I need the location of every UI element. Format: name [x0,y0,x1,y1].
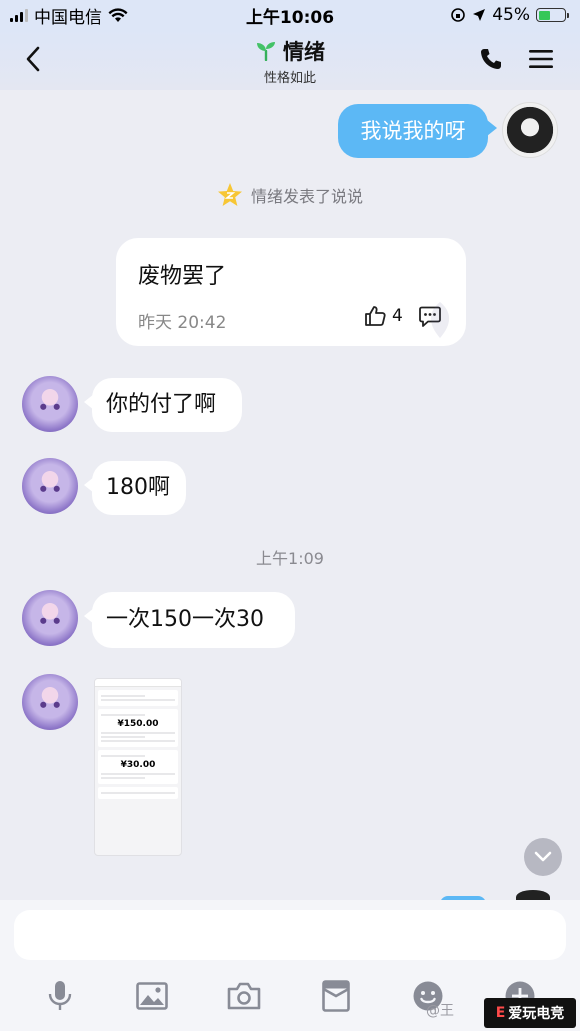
site-logo-text: 爱玩电竞 [508,1006,565,1022]
thumb-payment-card: ¥30.00 [98,750,178,784]
weibo-watermark-text: @王 [426,1003,454,1019]
thumb-amount-1: ¥150.00 [117,719,159,729]
leaf-watermark-icon [430,302,450,338]
received-message-text: 你的付了啊 [106,392,217,417]
status-right: 45% [450,5,569,25]
menu-icon [529,50,553,68]
orientation-lock-icon [451,8,466,22]
nav-bar: 情绪 性格如此 [0,30,580,90]
post-text: 废物罢了 [138,264,227,289]
self-avatar[interactable] [502,102,558,158]
location-icon [473,9,486,21]
red-packet-button[interactable] [318,978,354,1014]
received-message-bubble[interactable]: 你的付了啊 [84,378,242,432]
message-input[interactable] [14,910,566,960]
battery-icon [536,8,569,22]
voice-button[interactable] [42,978,78,1014]
post-card[interactable]: 废物罢了 昨天 20:42 4 [116,238,466,346]
status-left: 中国电信 [10,3,128,28]
wifi-icon [108,7,128,22]
received-message-bubble[interactable]: 180啊 [84,461,186,515]
received-message-bubble[interactable]: 一次150一次30 [84,592,295,648]
contact-avatar[interactable] [22,376,78,432]
received-message-text: 一次150一次30 [106,607,264,632]
contact-avatar[interactable] [22,590,78,646]
red-packet-icon [322,980,350,1012]
image-icon [136,982,168,1010]
call-button[interactable] [476,44,506,74]
thumb-amount-2: ¥30.00 [120,760,156,770]
thumb-header [95,679,181,687]
scroll-to-bottom-button[interactable] [524,838,562,876]
thumb-payment-card: ¥150.00 [98,709,178,747]
contact-avatar[interactable] [22,674,78,730]
phone-icon [481,49,501,69]
like-button[interactable]: 4 [364,305,403,327]
microphone-icon [48,981,72,1010]
chat-area[interactable]: 我说我的呀 情绪发表了说说 废物罢了 昨天 20:42 4 你的付了啊 180啊… [0,90,580,904]
contact-avatar[interactable] [22,458,78,514]
self-message-bubble[interactable]: 我说我的呀 [338,104,497,158]
chevron-down-icon [534,851,552,862]
system-notice-text: 情绪发表了说说 [250,187,363,206]
carrier-label: 中国电信 [34,7,102,28]
logo-mark-icon: E [495,1005,506,1021]
self-message-text: 我说我的呀 [360,118,466,143]
battery-fill [538,10,550,20]
camera-button[interactable] [226,978,262,1014]
camera-icon [227,982,261,1010]
sprout-icon [257,42,275,61]
image-button[interactable] [134,978,170,1014]
chat-title-text: 情绪 [283,40,325,64]
status-bar: 中国电信 上午10:06 45% [0,0,580,30]
shared-screenshot-image[interactable]: ¥150.00 ¥30.00 [94,678,182,856]
received-message-text: 180啊 [106,475,170,500]
site-logo-watermark: E 爱玩电竞 [484,998,576,1028]
thumbs-up-icon [365,306,386,326]
menu-button[interactable] [526,44,556,74]
thumb-footer [98,787,178,799]
battery-percent: 45% [492,5,530,25]
qzone-star-icon [217,183,242,206]
time-divider: 上午1:09 [256,549,324,568]
chat-title: 情绪 [255,36,325,66]
thumb-card [98,690,178,706]
signal-icon [10,8,28,22]
system-notice[interactable]: 情绪发表了说说 [0,182,580,208]
post-time: 昨天 20:42 [138,313,227,333]
weibo-watermark: @王 [426,1000,454,1020]
like-count: 4 [392,306,403,326]
